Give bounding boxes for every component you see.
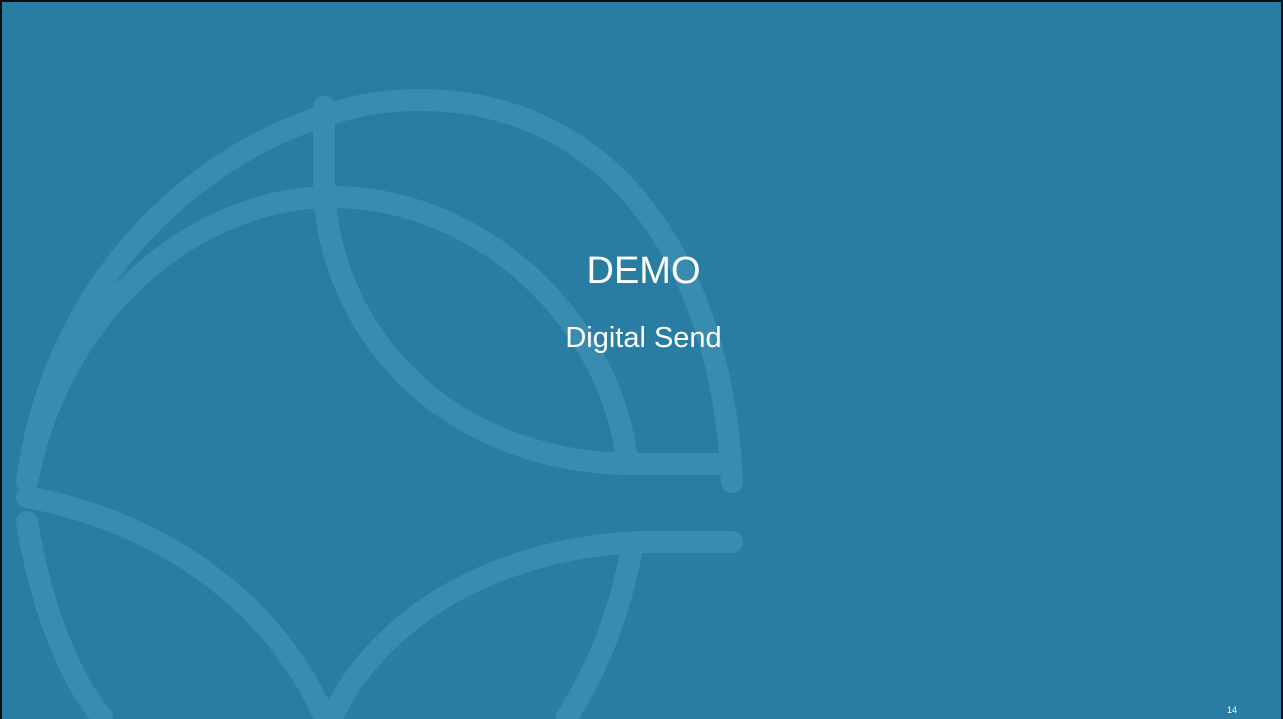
slide-title: DEMO xyxy=(586,250,701,292)
title-block: DEMO Digital Send xyxy=(2,247,1281,357)
slide: DEMO Digital Send 14 xyxy=(0,0,1283,719)
slide-subtitle: Digital Send xyxy=(565,322,722,354)
page-number: 14 xyxy=(1226,705,1237,715)
logo-watermark-icon xyxy=(16,88,743,719)
